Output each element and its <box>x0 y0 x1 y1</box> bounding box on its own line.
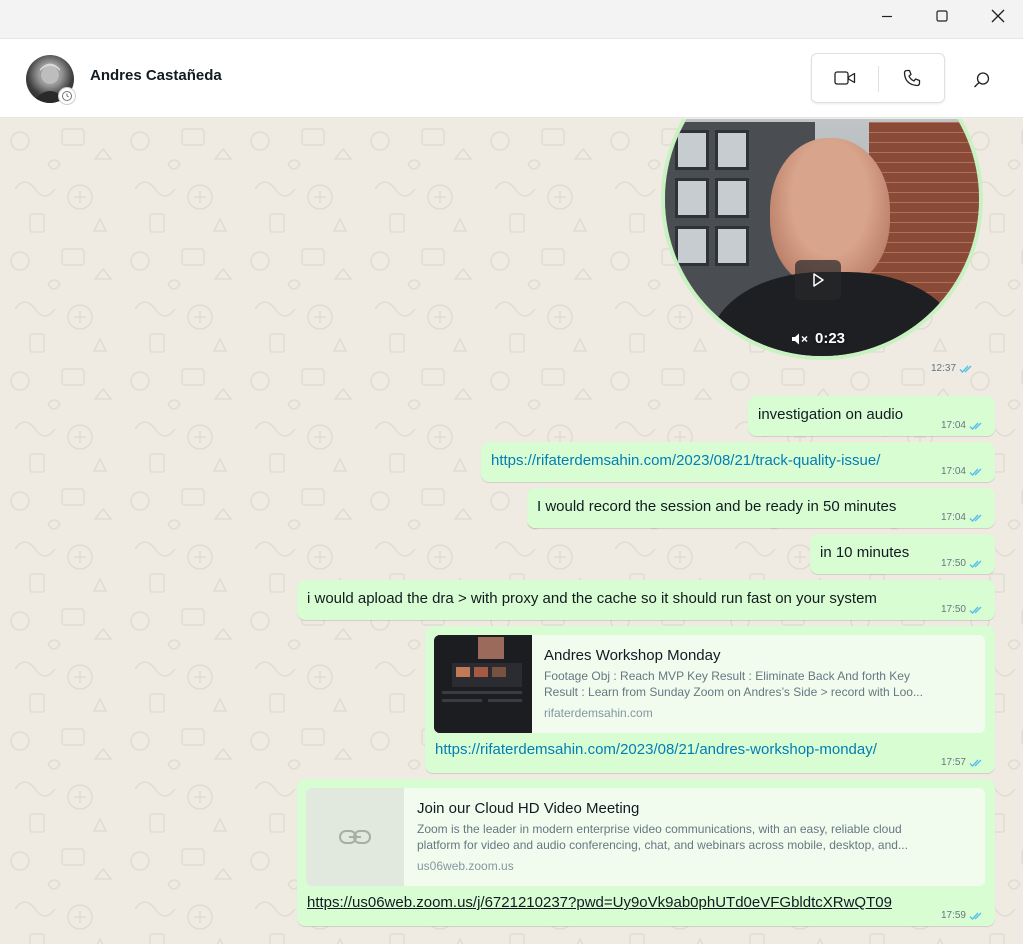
preview-domain: us06web.zoom.us <box>417 859 514 873</box>
message-bubble[interactable]: investigation on audio 17:04 <box>748 396 995 436</box>
message-bubble[interactable]: i would apload the dra > with proxy and … <box>297 580 995 620</box>
message-meta: 17:04 <box>941 512 985 523</box>
preview-description-line: Zoom is the leader in modern enterprise … <box>417 822 902 836</box>
preview-thumbnail <box>306 788 404 886</box>
video-note-meta: 12:37 <box>931 363 975 374</box>
preview-description-line: Footage Obj : Reach MVP Key Result : Eli… <box>544 669 910 683</box>
read-ticks-icon <box>969 422 982 430</box>
minimize-icon <box>882 15 892 18</box>
message-text: investigation on audio <box>758 406 904 423</box>
maximize-icon <box>936 10 948 22</box>
preview-title: Andres Workshop Monday <box>544 647 721 664</box>
message-time: 17:04 <box>940 466 966 477</box>
read-ticks-icon <box>969 912 982 920</box>
message-meta: 17:04 <box>941 420 985 431</box>
message-time: 12:37 <box>931 363 957 374</box>
clock-icon <box>62 91 72 101</box>
status-badge <box>58 87 76 105</box>
search-button[interactable] <box>965 63 999 97</box>
message-time: 17:04 <box>940 512 966 523</box>
voice-call-button[interactable] <box>879 54 945 102</box>
message-link[interactable]: https://rifaterdemsahin.com/2023/08/21/t… <box>491 452 880 469</box>
message-meta: 17:57 <box>941 757 985 768</box>
preview-description-line: Result : Learn from Sunday Zoom on Andre… <box>544 685 923 699</box>
video-camera-icon <box>834 71 856 85</box>
preview-description: Zoom is the leader in modern enterprise … <box>417 821 972 853</box>
link-preview-card[interactable]: Andres Workshop Monday Footage Obj : Rea… <box>434 635 985 733</box>
close-button[interactable] <box>975 0 1021 32</box>
chat-header: Andres Castañeda <box>0 38 1023 118</box>
message-meta: 17:59 <box>941 910 985 921</box>
message-bubble[interactable]: in 10 minutes 17:50 <box>810 534 995 574</box>
message-meta: 17:50 <box>941 558 985 569</box>
preview-image <box>434 635 532 733</box>
video-call-button[interactable] <box>812 54 878 102</box>
message-bubble[interactable]: Join our Cloud HD Video Meeting Zoom is … <box>297 779 995 926</box>
preview-description-line: platform for video and audio conferencin… <box>417 838 908 852</box>
message-time: 17:59 <box>940 910 966 921</box>
minimize-button[interactable] <box>864 0 910 32</box>
message-link[interactable]: https://us06web.zoom.us/j/6721210237?pwd… <box>307 894 892 911</box>
message-meta: 17:04 <box>941 466 985 477</box>
link-icon <box>339 830 371 844</box>
read-ticks-icon <box>959 365 972 373</box>
message-bubble[interactable]: https://rifaterdemsahin.com/2023/08/21/t… <box>481 442 995 482</box>
play-button[interactable] <box>795 260 841 300</box>
duration-text: 0:23 <box>815 330 846 347</box>
message-meta: 17:50 <box>941 604 985 615</box>
maximize-button[interactable] <box>919 0 965 32</box>
read-ticks-icon <box>969 759 982 767</box>
read-ticks-icon <box>969 468 982 476</box>
message-bubble[interactable]: Andres Workshop Monday Footage Obj : Rea… <box>425 626 995 773</box>
preview-domain: rifaterdemsahin.com <box>544 706 653 720</box>
read-ticks-icon <box>969 514 982 522</box>
play-icon <box>813 273 824 287</box>
message-link[interactable]: https://rifaterdemsahin.com/2023/08/21/a… <box>435 741 877 758</box>
contact-name[interactable]: Andres Castañeda <box>90 67 222 84</box>
search-icon <box>974 72 990 88</box>
message-text: i would apload the dra > with proxy and … <box>307 590 877 607</box>
message-time: 17:57 <box>940 757 966 768</box>
message-time: 17:50 <box>940 604 966 615</box>
message-text: I would record the session and be ready … <box>537 498 897 515</box>
preview-thumbnail <box>434 635 532 733</box>
speaker-muted-icon <box>792 333 808 344</box>
preview-description: Footage Obj : Reach MVP Key Result : Eli… <box>544 668 974 700</box>
link-preview-card[interactable]: Join our Cloud HD Video Meeting Zoom is … <box>306 788 985 886</box>
preview-title: Join our Cloud HD Video Meeting <box>417 800 640 817</box>
video-duration: 0:23 <box>791 330 845 347</box>
message-time: 17:50 <box>940 558 966 569</box>
message-time: 17:04 <box>940 420 966 431</box>
close-icon <box>991 9 1005 23</box>
title-bar <box>0 0 1023 38</box>
phone-icon <box>903 69 921 87</box>
call-buttons-group <box>811 53 945 103</box>
message-text: in 10 minutes <box>820 544 910 561</box>
video-note-message[interactable]: 0:23 <box>661 119 983 360</box>
read-ticks-icon <box>969 606 982 614</box>
chat-area[interactable]: 0:23 12:37 investigation on audio 17:04 … <box>0 119 1023 944</box>
video-thumbnail <box>661 119 983 360</box>
message-bubble[interactable]: I would record the session and be ready … <box>527 488 995 528</box>
read-ticks-icon <box>969 560 982 568</box>
